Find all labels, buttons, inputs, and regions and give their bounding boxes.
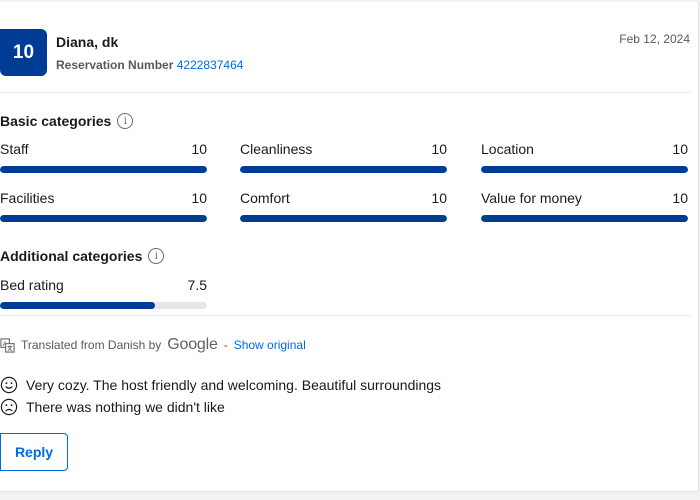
info-icon[interactable]: i: [148, 248, 165, 264]
category-label: Comfort: [240, 190, 290, 206]
review-date: Feb 12, 2024: [619, 32, 690, 46]
category-facilities: Facilities 10: [0, 190, 207, 222]
positive-comment: Very cozy. The host friendly and welcomi…: [0, 376, 441, 394]
score-bar-track: [240, 215, 447, 222]
category-cleanliness: Cleanliness 10: [240, 141, 447, 173]
google-logo-text: Google: [167, 336, 218, 353]
score-bar-fill: [481, 166, 688, 173]
category-label: Location: [481, 141, 534, 157]
category-location: Location 10: [481, 141, 688, 173]
category-score: 10: [431, 190, 447, 206]
category-value-for-money: Value for money 10: [481, 190, 688, 222]
category-label: Staff: [0, 141, 29, 157]
score-bar-track: [0, 302, 207, 309]
negative-comment-text: There was nothing we didn't like: [26, 399, 225, 415]
category-score: 10: [191, 190, 207, 206]
divider: [0, 315, 690, 316]
category-label: Bed rating: [0, 277, 64, 293]
negative-comment: There was nothing we didn't like: [0, 398, 225, 416]
translation-separator: -: [223, 338, 228, 352]
category-comfort: Comfort 10: [240, 190, 447, 222]
basic-categories-title: Basic categories i: [0, 113, 134, 129]
score-bar-fill: [0, 166, 207, 173]
score-bar-track: [0, 166, 207, 173]
reservation-label: Reservation Number: [56, 58, 174, 72]
category-score: 10: [672, 190, 688, 206]
reservation-number-link[interactable]: 4222837464: [177, 58, 244, 72]
score-bar-track: [481, 215, 688, 222]
positive-comment-text: Very cozy. The host friendly and welcomi…: [26, 377, 442, 393]
category-score: 10: [191, 141, 207, 157]
category-bed-rating: Bed rating 7.5: [0, 277, 207, 309]
basic-categories-label: Basic categories: [0, 113, 112, 129]
guest-name: Diana, dk: [56, 34, 119, 50]
score-bar-fill: [240, 166, 447, 173]
translate-icon: A: [0, 337, 15, 353]
score-bar-fill: [0, 215, 207, 222]
reservation-line: Reservation Number 4222837464: [56, 58, 243, 72]
review-card: 10 Diana, dk Reservation Number 42228374…: [0, 2, 699, 492]
show-original-link[interactable]: Show original: [234, 338, 306, 352]
category-score: 10: [672, 141, 688, 157]
divider: [0, 92, 690, 93]
smile-icon: [0, 376, 18, 394]
frown-icon: [0, 398, 18, 416]
category-label: Value for money: [481, 190, 582, 206]
category-staff: Staff 10: [0, 141, 207, 173]
reply-button[interactable]: Reply: [0, 433, 68, 471]
score-bar-fill: [0, 302, 156, 309]
score-bar-track: [240, 166, 447, 173]
additional-categories-title: Additional categories i: [0, 248, 165, 264]
score-bar-fill: [481, 215, 688, 222]
category-score: 7.5: [187, 277, 207, 293]
translation-notice: A Translated from Danish by Google - Sho…: [0, 336, 306, 354]
category-label: Cleanliness: [240, 141, 313, 157]
category-label: Facilities: [0, 190, 55, 206]
category-score: 10: [431, 141, 447, 157]
info-icon[interactable]: i: [117, 113, 134, 129]
additional-categories-label: Additional categories: [0, 248, 143, 264]
score-bar-fill: [240, 215, 447, 222]
translation-prefix: Translated from Danish by: [21, 338, 162, 352]
score-bar-track: [481, 166, 688, 173]
score-badge: 10: [0, 29, 47, 76]
score-bar-track: [0, 215, 207, 222]
